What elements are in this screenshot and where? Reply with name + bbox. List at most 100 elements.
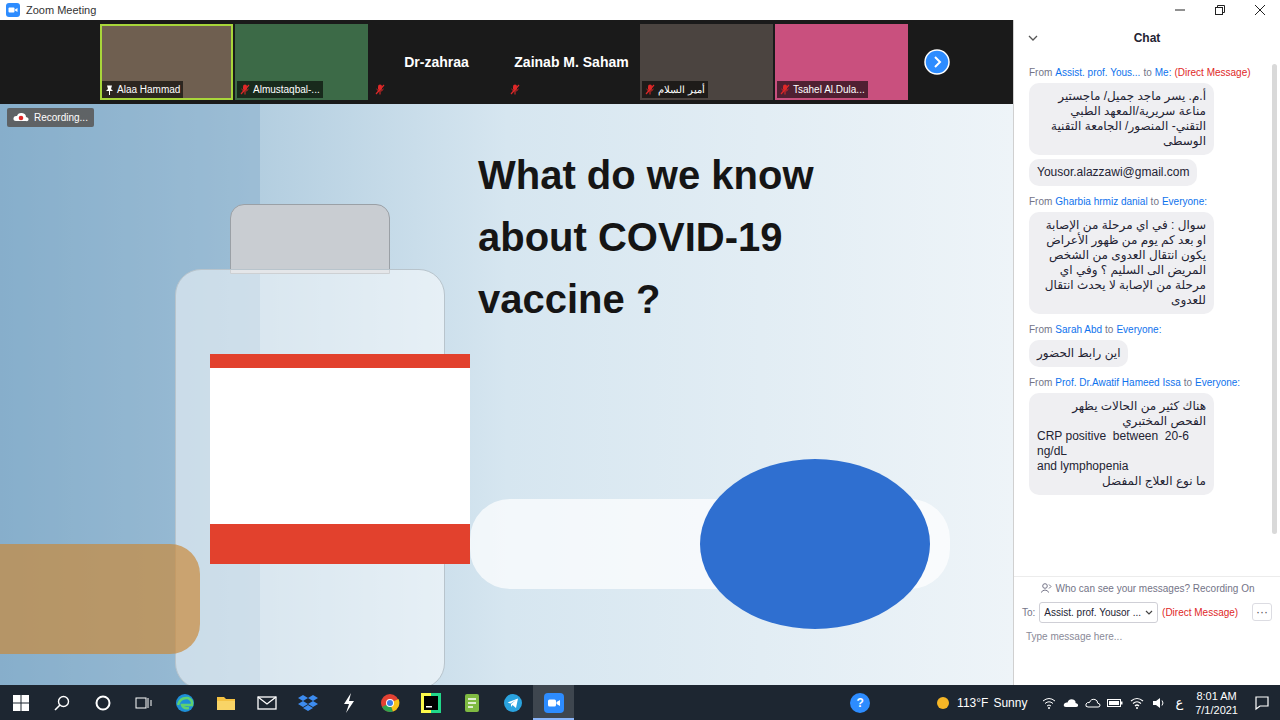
- taskbar-app[interactable]: [492, 685, 533, 720]
- taskbar-app[interactable]: [164, 685, 205, 720]
- to-label: to: [1184, 376, 1192, 389]
- taskbar-app[interactable]: [369, 685, 410, 720]
- clock-time: 8:01 AM: [1196, 689, 1236, 703]
- weather-condition: Sunny: [993, 694, 1027, 712]
- privacy-note[interactable]: Who can see your messages? Recording On: [1014, 577, 1280, 599]
- participant-name: Alaa Hammad: [117, 82, 180, 97]
- close-icon[interactable]: [1240, 0, 1280, 20]
- privacy-note-text: Who can see your messages? Recording On: [1056, 581, 1255, 596]
- restore-icon[interactable]: [1200, 0, 1240, 20]
- active-indicator: [533, 718, 574, 720]
- wifi-icon[interactable]: [1129, 697, 1145, 709]
- zoom-logo-icon: [6, 3, 20, 17]
- recording-badge[interactable]: Recording...: [7, 108, 94, 127]
- notepad-icon: [463, 693, 481, 713]
- taskbar-app[interactable]: [41, 685, 82, 720]
- chrome-icon: [380, 693, 400, 713]
- taskbar-app[interactable]: [328, 685, 369, 720]
- taskbar-app[interactable]: [205, 685, 246, 720]
- taskbar-app[interactable]: [287, 685, 328, 720]
- cloud-outline-icon[interactable]: [1085, 698, 1101, 708]
- sender-name[interactable]: Sarah Abd: [1055, 323, 1102, 336]
- taskbar-app[interactable]: [0, 685, 41, 720]
- participant-name-box: Zainab M. Saham: [507, 26, 636, 98]
- input-language[interactable]: ع: [1175, 693, 1183, 713]
- taskbar-app[interactable]: [533, 685, 574, 720]
- cloud-icon[interactable]: [1063, 698, 1079, 708]
- taskbar-app[interactable]: [410, 685, 451, 720]
- next-page-icon[interactable]: [924, 49, 950, 75]
- sender-name[interactable]: Assist. prof. Yous...: [1055, 66, 1140, 79]
- to-label: To:: [1022, 605, 1035, 620]
- chat-message: FromAssist. prof. Yous...toMe:(Direct Me…: [1029, 66, 1266, 186]
- chat-title: Chat: [1040, 29, 1254, 47]
- from-label: From: [1029, 195, 1052, 208]
- taskbar-app[interactable]: [123, 685, 164, 720]
- shared-screen: What do we know about COVID-19 vaccine ?…: [0, 104, 1013, 685]
- participant-name: أمير السلام: [658, 82, 705, 97]
- weather-temp: 113°F: [957, 694, 988, 712]
- collapse-chevron-icon[interactable]: [1026, 31, 1040, 45]
- minimize-icon[interactable]: [1160, 0, 1200, 20]
- taskview-icon: [135, 695, 153, 711]
- message-bubble: سوال : في اي مرحلة من الإصابة او بعد كم …: [1029, 212, 1214, 314]
- sun-icon: [934, 694, 952, 712]
- participant-tile[interactable]: Zainab M. Saham: [505, 24, 638, 100]
- sender-name[interactable]: Prof. Dr.Awatif Hameed Issa: [1055, 376, 1180, 389]
- chat-panel: Chat FromAssist. prof. Yous...toMe:(Direc…: [1013, 20, 1280, 685]
- weather-widget[interactable]: 113°F Sunny: [934, 694, 1027, 712]
- muted-mic-icon: [645, 84, 655, 95]
- taskbar-app[interactable]: [82, 685, 123, 720]
- pin-icon: [105, 85, 114, 95]
- zoom-icon: [544, 693, 564, 713]
- participant-name-box: Dr-zahraa: [372, 26, 501, 98]
- help-button[interactable]: ?: [850, 693, 870, 713]
- zoom-window: Zoom Meeting Alaa Hammad Almustaqbal-... D…: [0, 0, 1280, 720]
- participant-tile[interactable]: Tsahel Al.Dula...: [775, 24, 908, 100]
- scrollbar-thumb[interactable]: [1272, 64, 1277, 534]
- participant-tile[interactable]: أمير السلام: [640, 24, 773, 100]
- to-label: to: [1105, 323, 1113, 336]
- window-title: Zoom Meeting: [26, 2, 96, 19]
- volume-icon[interactable]: [1151, 697, 1167, 709]
- participant-name: Dr-zahraa: [404, 52, 469, 73]
- vial-left: [0, 544, 200, 654]
- participant-label: Tsahel Al.Dula...: [777, 81, 868, 98]
- chat-message: FromGharbia hrmiz danialtoEveryone:سوال …: [1029, 195, 1266, 314]
- direct-message-note: (Direct Message): [1162, 605, 1238, 620]
- participant-tile[interactable]: Alaa Hammad: [100, 24, 233, 100]
- network-icon[interactable]: [1041, 697, 1057, 709]
- vial-label: [210, 354, 470, 564]
- participant-name: Tsahel Al.Dula...: [793, 82, 865, 97]
- edge-icon: [175, 693, 195, 713]
- participant-tile[interactable]: Almustaqbal-...: [235, 24, 368, 100]
- notification-icon[interactable]: [1252, 695, 1272, 711]
- clock-date: 7/1/2021: [1195, 703, 1238, 717]
- battery-icon[interactable]: [1107, 698, 1123, 708]
- taskbar-app[interactable]: [451, 685, 492, 720]
- chat-message: FromSarah AbdtoEveryone:اين رابط الحضور: [1029, 323, 1266, 367]
- from-label: From: [1029, 66, 1052, 79]
- visibility-icon: [1040, 583, 1052, 593]
- slide-title: What do we know about COVID-19 vaccine ?: [478, 144, 868, 330]
- sender-name[interactable]: Gharbia hrmiz danial: [1055, 195, 1147, 208]
- recipient-value: Assist. prof. Yousor ...: [1044, 605, 1141, 620]
- participant-tile[interactable]: Dr-zahraa: [370, 24, 503, 100]
- explorer-icon: [216, 694, 236, 712]
- windows-icon: [13, 695, 29, 711]
- search-icon: [54, 695, 70, 711]
- message-bubble: هناك كثير من الحالات يظهر الفحص المختبري…: [1029, 393, 1214, 495]
- taskbar: ? 113°F Sunny ع 8:01 AM7/1/2021: [0, 685, 1280, 720]
- taskbar-app[interactable]: [246, 685, 287, 720]
- more-button[interactable]: ···: [1252, 603, 1272, 621]
- recipient-name: Everyone:: [1116, 323, 1161, 336]
- message-bubble: Yousor.alazzawi@gmail.com: [1029, 159, 1197, 186]
- cortana-icon: [95, 695, 111, 711]
- clock[interactable]: 8:01 AM7/1/2021: [1195, 689, 1238, 717]
- message-text: أ.م. يسر ماجد جميل/ ماجستير مناعة سريرية…: [1037, 89, 1206, 149]
- chat-header: Chat: [1014, 20, 1280, 56]
- message-input[interactable]: [1014, 625, 1280, 685]
- recipient-select[interactable]: Assist. prof. Yousor ...: [1039, 602, 1158, 623]
- message-text: اين رابط الحضور: [1037, 346, 1120, 361]
- recording-label: Recording...: [34, 110, 88, 125]
